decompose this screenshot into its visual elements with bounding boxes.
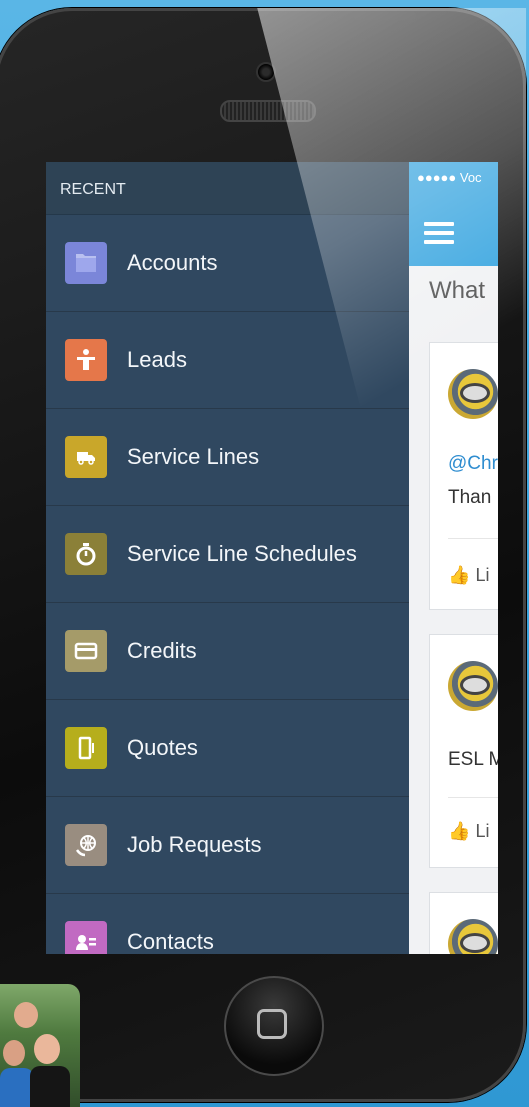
front-camera (256, 62, 276, 82)
phone-screen: RECENT Accounts Leads Service Lines Serv… (46, 162, 498, 954)
like-label: Li (475, 565, 490, 585)
post-text: ESL M (448, 749, 498, 770)
card-divider (448, 797, 498, 798)
main-app-panel[interactable]: ●●●●● Voc What @Chr Than 👍 Li ESL M 👍 Li (409, 162, 498, 954)
person-icon (65, 339, 107, 381)
menu-item-accounts[interactable]: Accounts (46, 215, 409, 312)
card-divider (448, 538, 498, 539)
feed-card[interactable]: @Chr Than 👍 Li (429, 342, 498, 610)
menu-item-label: Contacts (127, 929, 214, 954)
menu-item-job-requests[interactable]: Job Requests (46, 797, 409, 894)
menu-item-contacts[interactable]: Contacts (46, 894, 409, 954)
status-bar: ●●●●● Voc (409, 162, 498, 194)
like-button[interactable]: 👍 Li (448, 565, 489, 586)
globe-phone-icon (65, 824, 107, 866)
avatar[interactable] (448, 369, 498, 419)
menu-item-label: Leads (127, 347, 187, 372)
feed-title: What (429, 277, 486, 304)
thumbs-up-icon: 👍 (448, 821, 471, 841)
earpiece-speaker (220, 100, 316, 122)
menu-item-credits[interactable]: Credits (46, 603, 409, 700)
power-button (354, 12, 416, 20)
feed-card[interactable] (429, 892, 498, 954)
profile-photo (0, 984, 80, 1107)
like-label: Li (475, 821, 490, 841)
face-shape (3, 1040, 25, 1066)
like-button[interactable]: 👍 Li (448, 821, 489, 842)
menu-item-label: Service Lines (127, 444, 260, 469)
menu-item-quotes[interactable]: Quotes (46, 700, 409, 797)
menu-item-label: Accounts (127, 250, 218, 275)
menu-item-label: Quotes (127, 735, 198, 760)
menu-item-service-lines[interactable]: Service Lines (46, 409, 409, 506)
shirt-shape (0, 1068, 34, 1107)
truck-icon (65, 436, 107, 478)
shirt-shape (30, 1066, 70, 1107)
navigation-drawer: RECENT Accounts Leads Service Lines Serv… (46, 162, 409, 954)
avatar[interactable] (448, 661, 498, 711)
mobile-icon (65, 727, 107, 769)
thumbs-up-icon: 👍 (448, 565, 471, 585)
face-shape (14, 1002, 38, 1028)
home-button[interactable] (224, 976, 324, 1076)
folder-icon (65, 242, 107, 284)
recent-header: RECENT (46, 162, 409, 215)
stopwatch-icon (65, 533, 107, 575)
face-shape (34, 1034, 60, 1064)
contact-card-icon (65, 921, 107, 954)
home-square-icon (257, 1009, 287, 1039)
menu-item-leads[interactable]: Leads (46, 312, 409, 409)
avatar[interactable] (448, 919, 498, 954)
feed-card[interactable]: ESL M 👍 Li (429, 634, 498, 868)
menu-item-label: Job Requests (127, 832, 262, 857)
menu-item-label: Service Line Schedules (127, 541, 357, 566)
app-header (409, 194, 498, 266)
menu-item-label: Credits (127, 638, 197, 663)
post-text: Than (448, 487, 492, 508)
credit-card-icon (65, 630, 107, 672)
mention-link[interactable]: @Chr (448, 453, 498, 475)
hamburger-menu-icon[interactable] (424, 222, 454, 249)
menu-item-service-line-schedules[interactable]: Service Line Schedules (46, 506, 409, 603)
